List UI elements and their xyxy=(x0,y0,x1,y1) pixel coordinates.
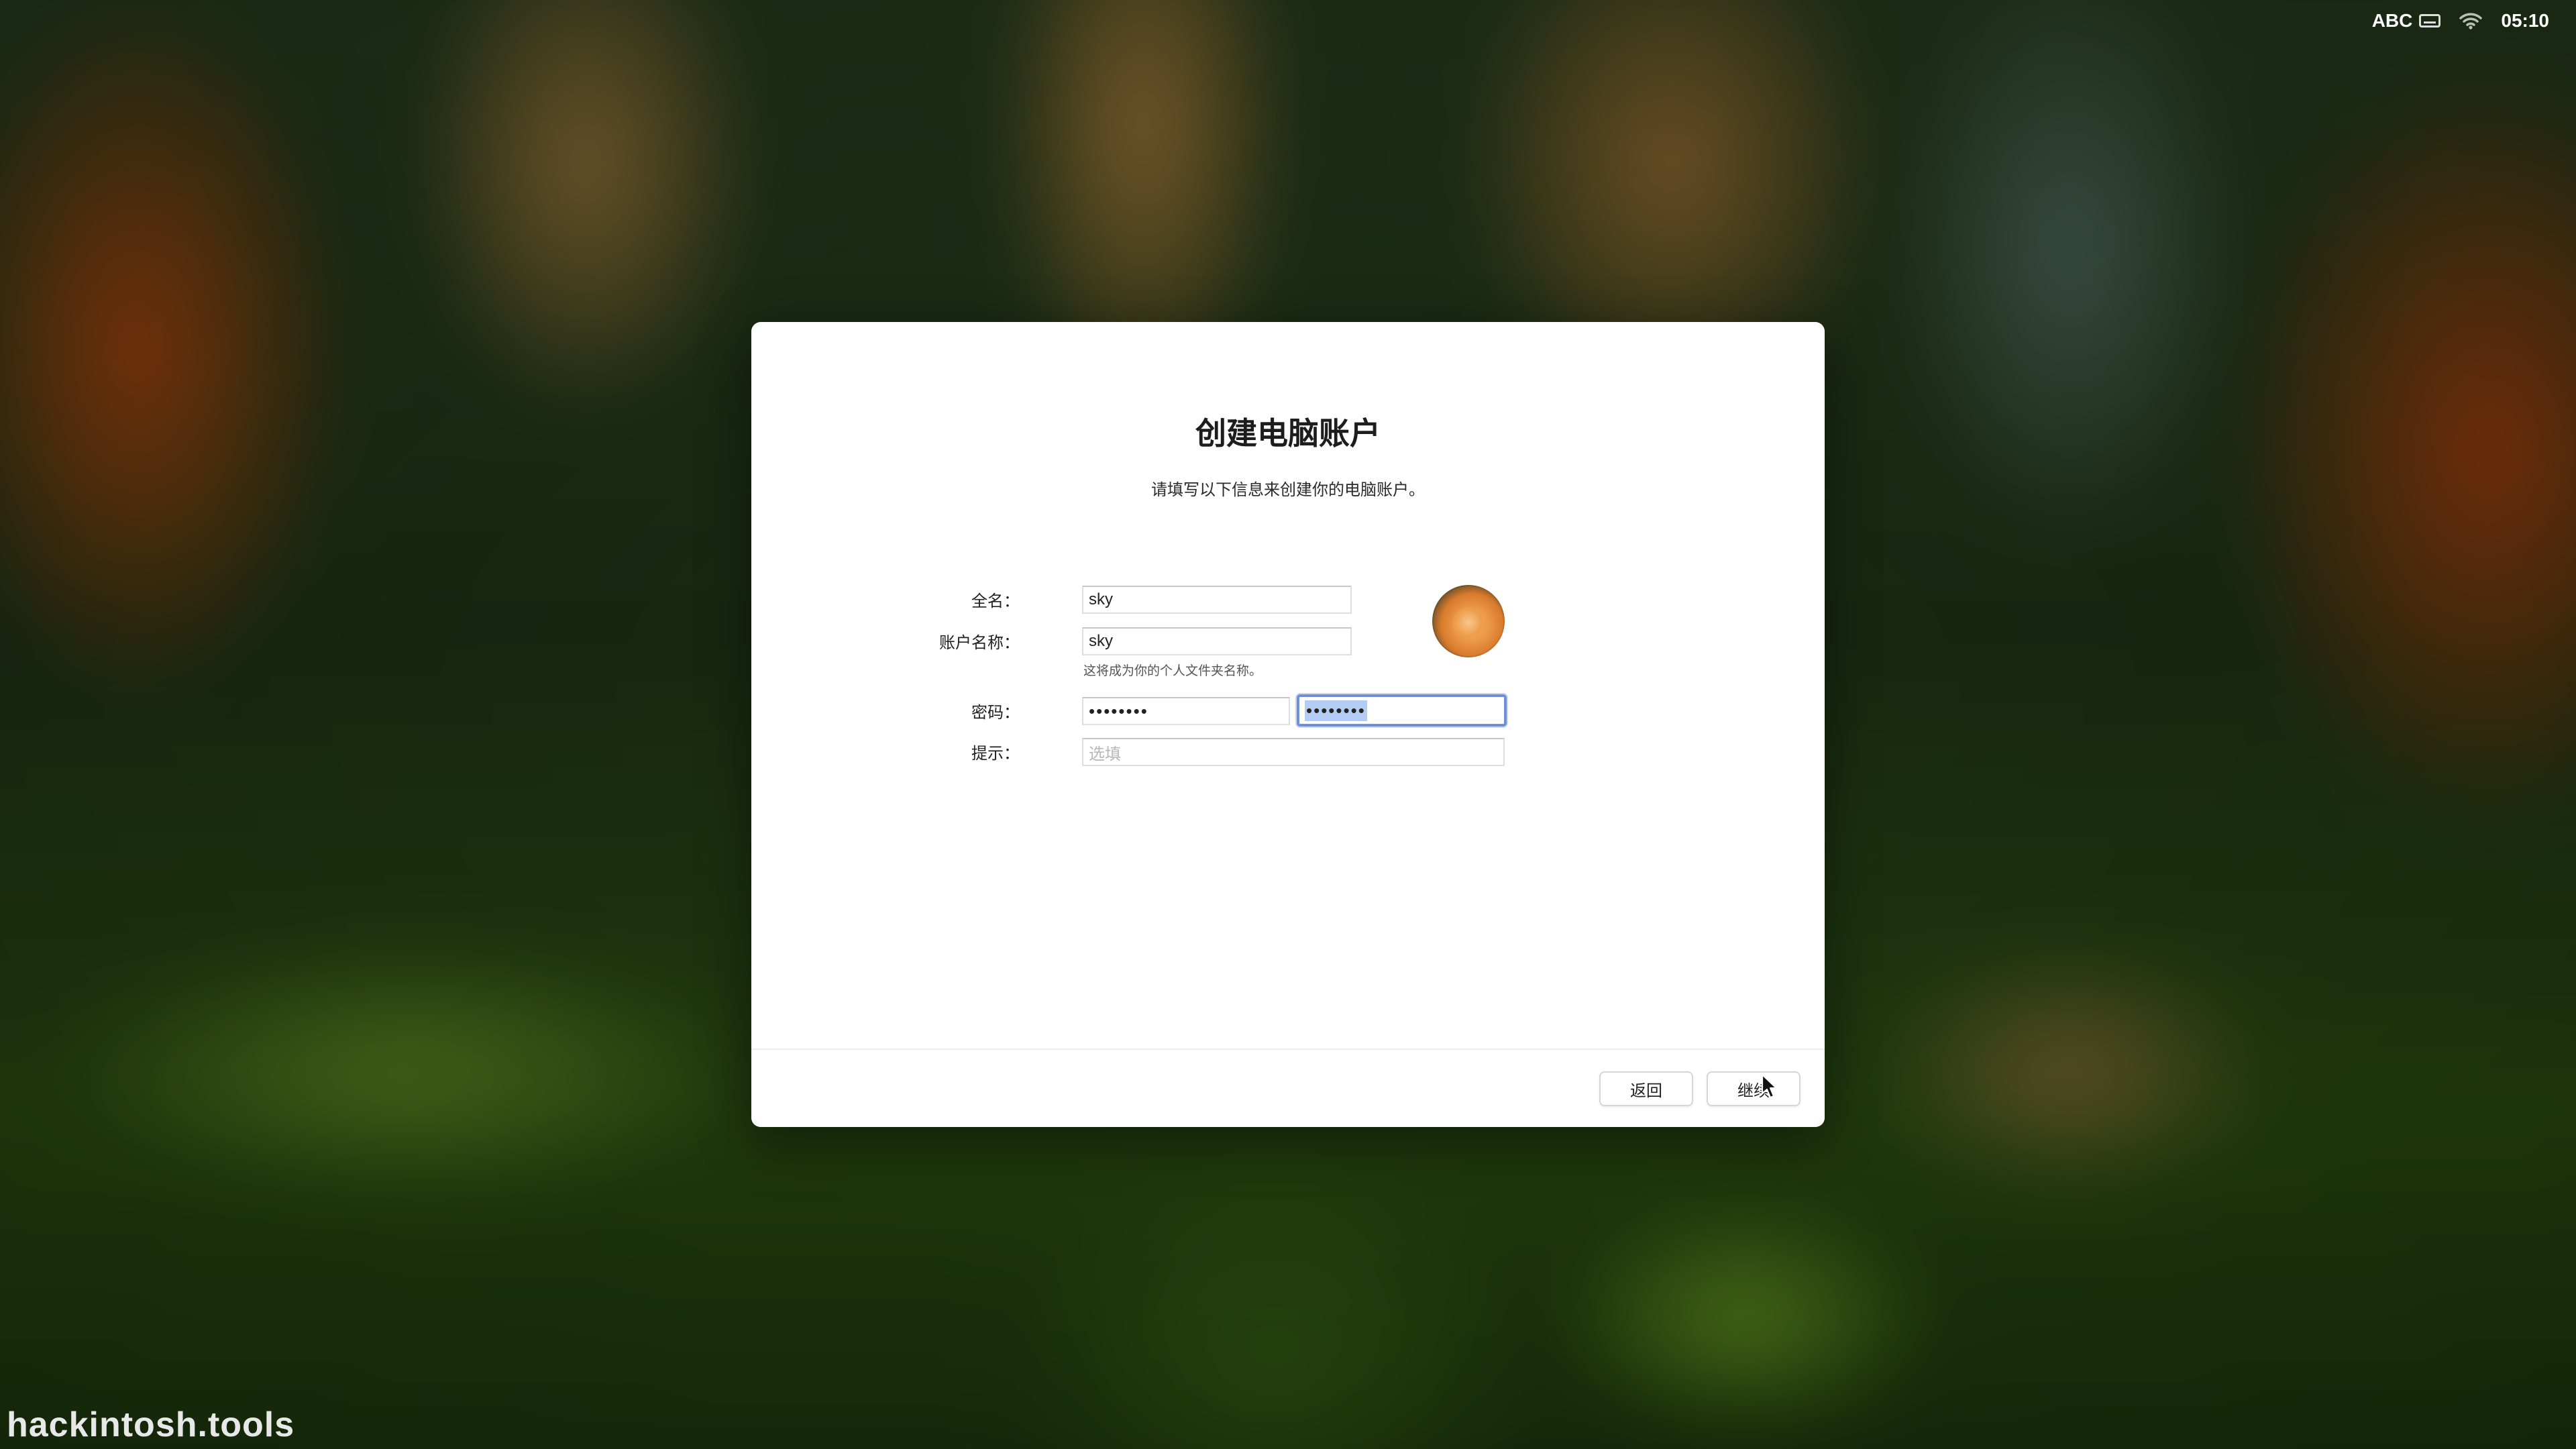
full-name-value: sky xyxy=(1089,590,1113,608)
input-source-label: ABC xyxy=(2371,10,2413,31)
user-avatar[interactable] xyxy=(1432,585,1505,657)
full-name-label: 全名： xyxy=(971,592,1020,610)
dialog-subtitle: 请填写以下信息来创建你的电脑账户。 xyxy=(1151,480,1425,499)
mouse-cursor-icon xyxy=(1761,1073,1778,1099)
full-name-field[interactable]: sky xyxy=(1082,586,1352,614)
verify-password-value: •••••••• xyxy=(1305,700,1367,721)
account-name-label: 账户名称： xyxy=(939,633,1020,652)
back-button[interactable]: 返回 xyxy=(1599,1071,1693,1106)
create-account-dialog: 创建电脑账户 请填写以下信息来创建你的电脑账户。 全名： sky 账户名称： s… xyxy=(751,322,1825,1127)
password-value: •••••••• xyxy=(1089,700,1148,721)
hint-field[interactable]: 选填 xyxy=(1082,738,1505,766)
account-name-field[interactable]: sky xyxy=(1082,627,1352,655)
password-label: 密码： xyxy=(971,703,1020,722)
hint-placeholder: 选填 xyxy=(1089,745,1121,763)
clock[interactable]: 05:10 xyxy=(2501,10,2549,32)
dialog-footer: 返回 继续 xyxy=(751,1049,1825,1127)
account-name-value: sky xyxy=(1089,632,1113,650)
watermark: hackintosh.tools xyxy=(7,1405,295,1444)
input-source-menu[interactable]: ABC xyxy=(2372,10,2441,32)
verify-password-field[interactable]: •••••••• xyxy=(1297,694,1507,727)
account-name-note: 这将成为你的个人文件夹名称。 xyxy=(1083,663,1263,678)
continue-button[interactable]: 继续 xyxy=(1707,1071,1801,1106)
desktop: ABC 05:10 创建电脑账户 请填写以下信息来创建你的电脑账户。 全名： s… xyxy=(0,0,2576,1449)
dialog-title: 创建电脑账户 xyxy=(1195,415,1381,451)
password-field[interactable]: •••••••• xyxy=(1082,697,1290,725)
keyboard-icon xyxy=(2419,14,2441,28)
wifi-icon[interactable] xyxy=(2459,12,2483,30)
hint-label: 提示： xyxy=(971,744,1020,763)
menu-bar-status: ABC 05:10 xyxy=(2372,5,2549,36)
